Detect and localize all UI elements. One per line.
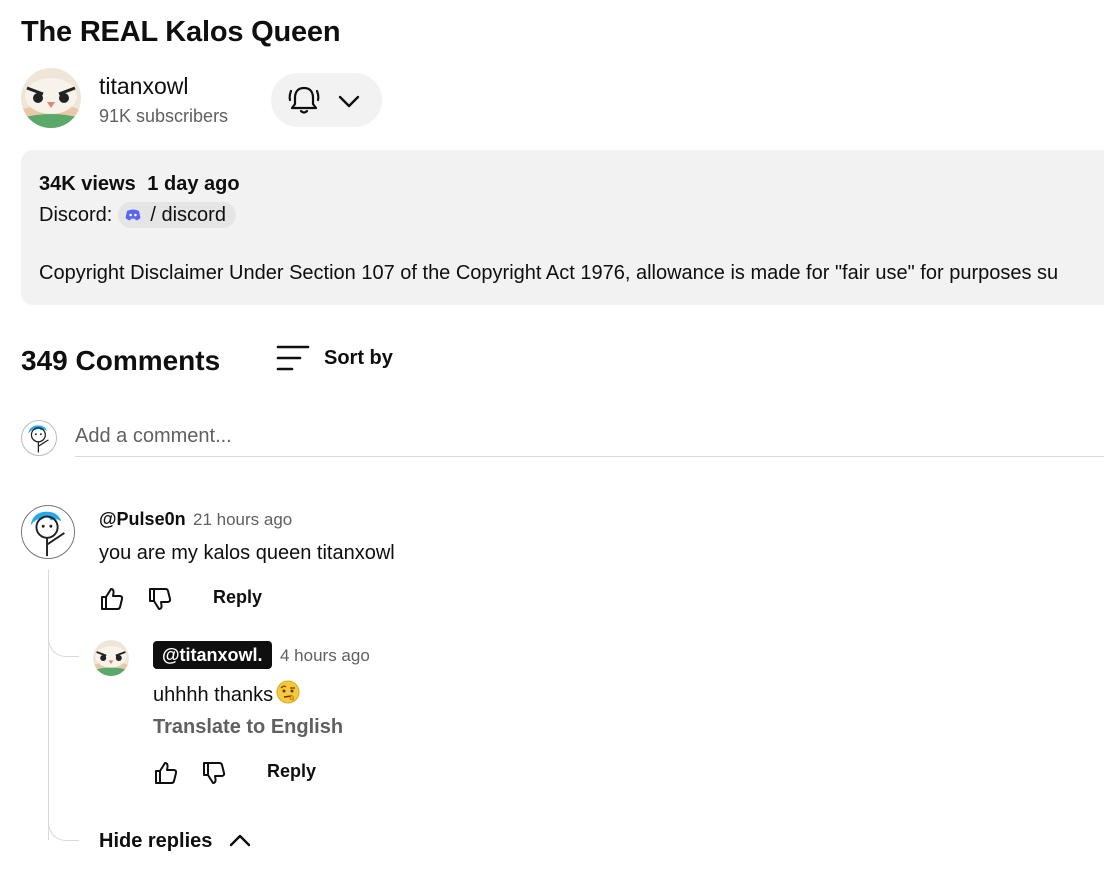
thumbs-up-icon <box>155 762 178 784</box>
thread-connector <box>48 620 79 657</box>
raised-eyebrow-emoji <box>276 680 300 710</box>
reply-button[interactable]: Reply <box>213 587 262 608</box>
discord-line: Discord: / discord <box>39 202 236 228</box>
bell-icon <box>288 86 320 114</box>
owl-avatar-icon <box>93 640 129 676</box>
sort-icon <box>276 345 310 371</box>
channel-avatar[interactable] <box>21 68 81 128</box>
description-stats: 34K views 1 day ago <box>39 173 246 196</box>
thumbs-up-icon <box>101 588 124 610</box>
comment-time[interactable]: 21 hours ago <box>193 510 292 530</box>
stickman-avatar-icon <box>30 511 65 557</box>
reply-text: uhhhh thanks <box>153 680 300 710</box>
comment-author[interactable]: @Pulse0n <box>99 509 186 530</box>
view-count: 34K views <box>39 173 136 195</box>
comments-count: 349 Comments <box>21 345 221 376</box>
sort-label: Sort by <box>324 346 393 369</box>
discord-link[interactable]: / discord <box>118 202 236 228</box>
like-button[interactable] <box>99 586 125 617</box>
reply-reply-button[interactable]: Reply <box>267 761 316 782</box>
hide-replies-label: Hide replies <box>99 829 213 852</box>
discord-label: Discord: <box>39 203 113 226</box>
chevron-down-icon <box>338 95 360 108</box>
channel-name[interactable]: titanxowl <box>99 73 188 100</box>
reply-like-button[interactable] <box>153 760 179 791</box>
notification-button[interactable] <box>271 73 382 127</box>
owl-avatar-icon <box>21 68 81 128</box>
discord-link-text: / discord <box>150 203 226 226</box>
sort-button[interactable]: Sort by <box>276 343 393 373</box>
reply-author-avatar[interactable] <box>93 640 129 676</box>
upload-age: 1 day ago <box>147 173 240 195</box>
thumbs-down-icon <box>203 762 226 784</box>
raised-eyebrow-emoji-icon <box>276 680 300 704</box>
stickman-avatar-icon <box>28 425 49 453</box>
translate-button[interactable]: Translate to English <box>153 716 343 739</box>
add-comment-field[interactable] <box>75 420 1104 457</box>
my-avatar <box>21 420 57 456</box>
subscriber-count: 91K subscribers <box>99 106 229 126</box>
comment-text: you are my kalos queen titanxowl <box>99 542 395 564</box>
hide-replies-button[interactable]: Hide replies <box>99 829 252 853</box>
reply-time[interactable]: 4 hours ago <box>280 646 370 666</box>
chevron-up-icon <box>230 834 251 847</box>
thumbs-down-icon <box>149 588 172 610</box>
video-title: The REAL Kalos Queen <box>21 16 341 48</box>
dislike-button[interactable] <box>147 586 173 617</box>
add-comment-input[interactable] <box>75 420 1104 452</box>
commenter-avatar[interactable] <box>21 505 75 559</box>
thread-connector <box>48 800 79 841</box>
reply-author-badge[interactable]: @titanxowl. <box>153 641 272 669</box>
copyright-text: Copyright Disclaimer Under Section 107 o… <box>39 262 1059 284</box>
reply-dislike-button[interactable] <box>201 760 227 791</box>
reply-text-body: uhhhh thanks <box>153 683 274 706</box>
discord-icon <box>124 206 142 224</box>
